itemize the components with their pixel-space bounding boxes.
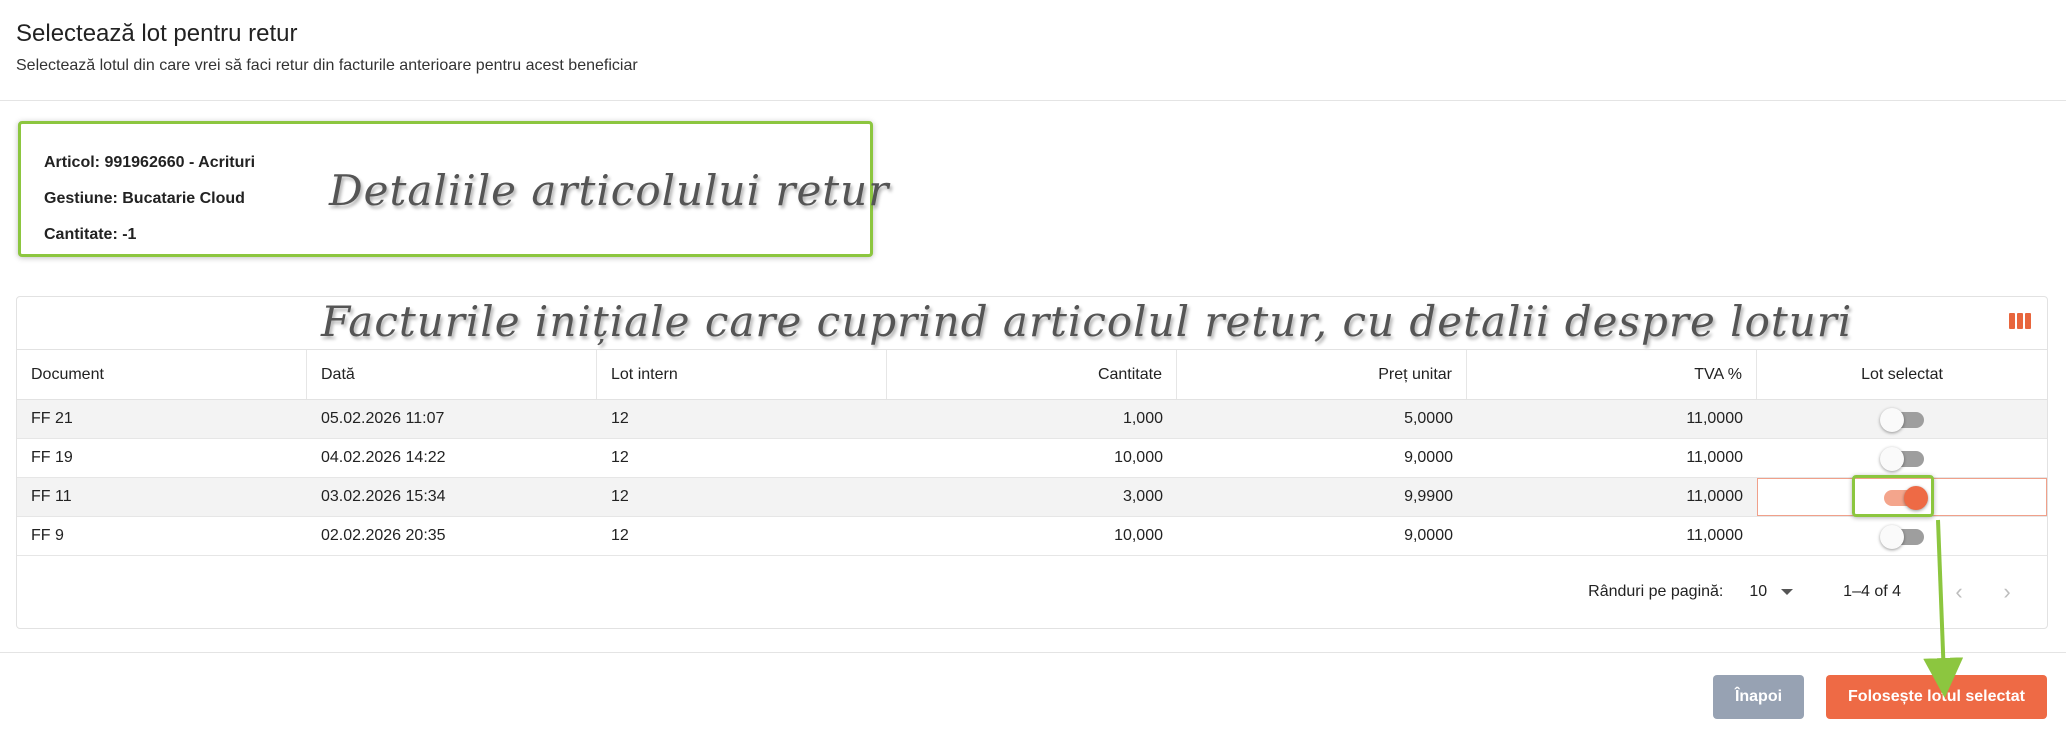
cell-date: 02.02.2026 20:35 — [321, 527, 446, 544]
cell-quantity: 3,000 — [1122, 488, 1163, 505]
caret-down-icon — [1781, 589, 1794, 595]
lot-select-toggle[interactable] — [1880, 447, 1924, 471]
quantity-label: Cantitate: -1 — [44, 226, 137, 243]
lot-select-toggle[interactable] — [1880, 525, 1924, 549]
rows-per-page-select[interactable]: 10 — [1749, 583, 1794, 601]
cell-lot: 12 — [611, 488, 629, 505]
article-details-box: Articol: 991962660 - Acrituri Gestiune: … — [18, 121, 888, 257]
cell-unit-price: 9,9900 — [1404, 488, 1453, 505]
chevron-left-icon[interactable]: ‹ — [1935, 572, 1983, 612]
table-row[interactable]: FF 19 04.02.2026 14:22 12 10,000 9,0000 … — [17, 439, 2047, 478]
chevron-right-icon[interactable]: › — [1983, 572, 2031, 612]
column-header-lot[interactable]: Lot intern — [597, 350, 887, 399]
cell-selected-lot — [1757, 439, 2047, 477]
details-annotation: Detaliile articolului retur — [329, 166, 890, 215]
dialog-title: Selectează lot pentru retur — [16, 20, 298, 47]
cell-document: FF 21 — [31, 410, 73, 427]
cell-lot: 12 — [611, 410, 629, 427]
cell-selected-lot — [1757, 517, 2047, 555]
cell-date: 05.02.2026 11:07 — [321, 410, 445, 427]
lot-select-toggle[interactable] — [1880, 486, 1928, 510]
column-header-quantity[interactable]: Cantitate — [887, 350, 1177, 399]
table-row[interactable]: FF 9 02.02.2026 20:35 12 10,000 9,0000 1… — [17, 517, 2047, 556]
use-selected-lot-button[interactable]: Folosește lotul selectat — [1826, 675, 2047, 719]
rows-per-page-value: 10 — [1749, 583, 1768, 600]
column-header-vat[interactable]: TVA % — [1467, 350, 1757, 399]
column-header-unit-price[interactable]: Preț unitar — [1177, 350, 1467, 399]
column-header-selected-lot[interactable]: Lot selectat — [1757, 350, 2047, 399]
cell-document: FF 11 — [31, 488, 72, 505]
dialog-subtitle: Selectează lotul din care vrei să faci r… — [16, 57, 638, 74]
cell-quantity: 10,000 — [1114, 449, 1163, 466]
view-columns-icon[interactable] — [2009, 313, 2031, 329]
cell-vat: 11,0000 — [1686, 527, 1743, 544]
table-row[interactable]: FF 21 05.02.2026 11:07 12 1,000 5,0000 1… — [17, 400, 2047, 439]
table-pagination: Rânduri pe pagină: 10 1–4 of 4 ‹ › — [17, 567, 2047, 617]
footer-divider — [0, 652, 2066, 653]
cell-selected-lot — [1757, 475, 2047, 517]
table-body: FF 21 05.02.2026 11:07 12 1,000 5,0000 1… — [17, 400, 2047, 556]
cell-date: 03.02.2026 15:34 — [321, 488, 446, 505]
rows-per-page-label: Rânduri pe pagină: — [1588, 583, 1724, 600]
cell-lot: 12 — [611, 527, 629, 544]
cell-selected-lot — [1757, 400, 2047, 438]
article-label: Articol: 991962660 - Acrituri — [44, 154, 256, 171]
table-header: Document Dată Lot intern Cantitate Preț … — [17, 349, 2047, 400]
cell-unit-price: 9,0000 — [1404, 527, 1453, 544]
invoices-table-card: Facturile inițiale care cuprind articolu… — [16, 296, 2048, 629]
cell-document: FF 19 — [31, 449, 73, 466]
cell-vat: 11,0000 — [1686, 488, 1743, 505]
cell-document: FF 9 — [31, 527, 64, 544]
cell-vat: 11,0000 — [1686, 410, 1743, 427]
cell-quantity: 1,000 — [1122, 410, 1163, 427]
column-header-document[interactable]: Document — [17, 350, 307, 399]
page-range: 1–4 of 4 — [1843, 583, 1901, 600]
column-header-date[interactable]: Dată — [307, 350, 597, 399]
cell-vat: 11,0000 — [1686, 449, 1743, 466]
warehouse-label: Gestiune: Bucatarie Cloud — [44, 190, 245, 207]
dialog-header: Selectează lot pentru retur Selectează l… — [0, 0, 2066, 101]
cell-date: 04.02.2026 14:22 — [321, 449, 446, 466]
back-button[interactable]: Înapoi — [1713, 675, 1804, 719]
cell-lot: 12 — [611, 449, 629, 466]
cell-quantity: 10,000 — [1114, 527, 1163, 544]
table-annotation: Facturile inițiale care cuprind articolu… — [321, 297, 1853, 346]
table-row[interactable]: FF 11 03.02.2026 15:34 12 3,000 9,9900 1… — [17, 475, 2047, 517]
cell-unit-price: 9,0000 — [1404, 449, 1453, 466]
cell-unit-price: 5,0000 — [1404, 410, 1453, 427]
lot-select-toggle[interactable] — [1880, 408, 1924, 432]
